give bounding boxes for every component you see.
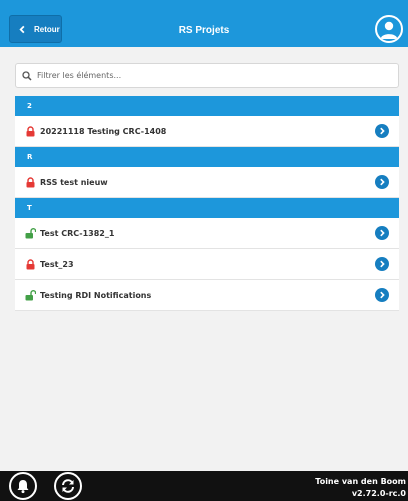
list-item-label: RSS test nieuw xyxy=(40,177,108,187)
list-item[interactable]: Test_23 xyxy=(15,249,399,280)
list-item[interactable]: RSS test nieuw xyxy=(15,167,399,198)
app-version: v2.72.0-rc.0 xyxy=(351,489,406,498)
project-list: 2 20221118 Testing CRC-1408 R RSS test nieu… xyxy=(15,96,399,311)
page-title: RS Projets xyxy=(178,25,230,36)
chevron-right-icon[interactable] xyxy=(375,124,389,138)
refresh-button[interactable] xyxy=(54,472,82,500)
search-icon xyxy=(22,70,32,81)
user-name: Toine van den Boom xyxy=(315,477,406,486)
chevron-right-icon[interactable] xyxy=(375,288,389,302)
chevron-right-icon[interactable] xyxy=(375,226,389,240)
lock-icon xyxy=(25,176,36,188)
bell-icon xyxy=(17,480,29,494)
main-content: Filtrer les éléments... 2 20221118 Testin… xyxy=(15,63,399,311)
group-header: R xyxy=(15,147,399,167)
list-item-label: Test CRC-1382_1 xyxy=(40,228,115,238)
unlock-icon xyxy=(25,227,37,239)
list-item-label: Testing RDI Notifications xyxy=(40,290,152,300)
search-placeholder: Filtrer les éléments... xyxy=(37,71,122,80)
list-item-label: Test_23 xyxy=(40,259,74,269)
lock-icon xyxy=(25,258,36,270)
app-footer: Toine van den Boom v2.72.0-rc.0 xyxy=(0,471,408,501)
group-header: 2 xyxy=(15,96,399,116)
group-header: T xyxy=(15,198,399,218)
chevron-right-icon[interactable] xyxy=(375,175,389,189)
search-field[interactable]: Filtrer les éléments... xyxy=(15,63,399,88)
notifications-button[interactable] xyxy=(9,472,37,500)
unlock-icon xyxy=(25,289,37,301)
app-header: Retour RS Projets xyxy=(0,0,408,47)
refresh-icon xyxy=(62,479,74,493)
chevron-right-icon[interactable] xyxy=(375,257,389,271)
user-avatar-button[interactable] xyxy=(375,15,403,43)
list-item[interactable]: 20221118 Testing CRC-1408 xyxy=(15,116,399,147)
user-icon xyxy=(380,21,398,39)
list-item[interactable]: Test CRC-1382_1 xyxy=(15,218,399,249)
list-item-label: 20221118 Testing CRC-1408 xyxy=(40,126,167,136)
lock-icon xyxy=(25,125,36,137)
list-item[interactable]: Testing RDI Notifications xyxy=(15,280,399,311)
